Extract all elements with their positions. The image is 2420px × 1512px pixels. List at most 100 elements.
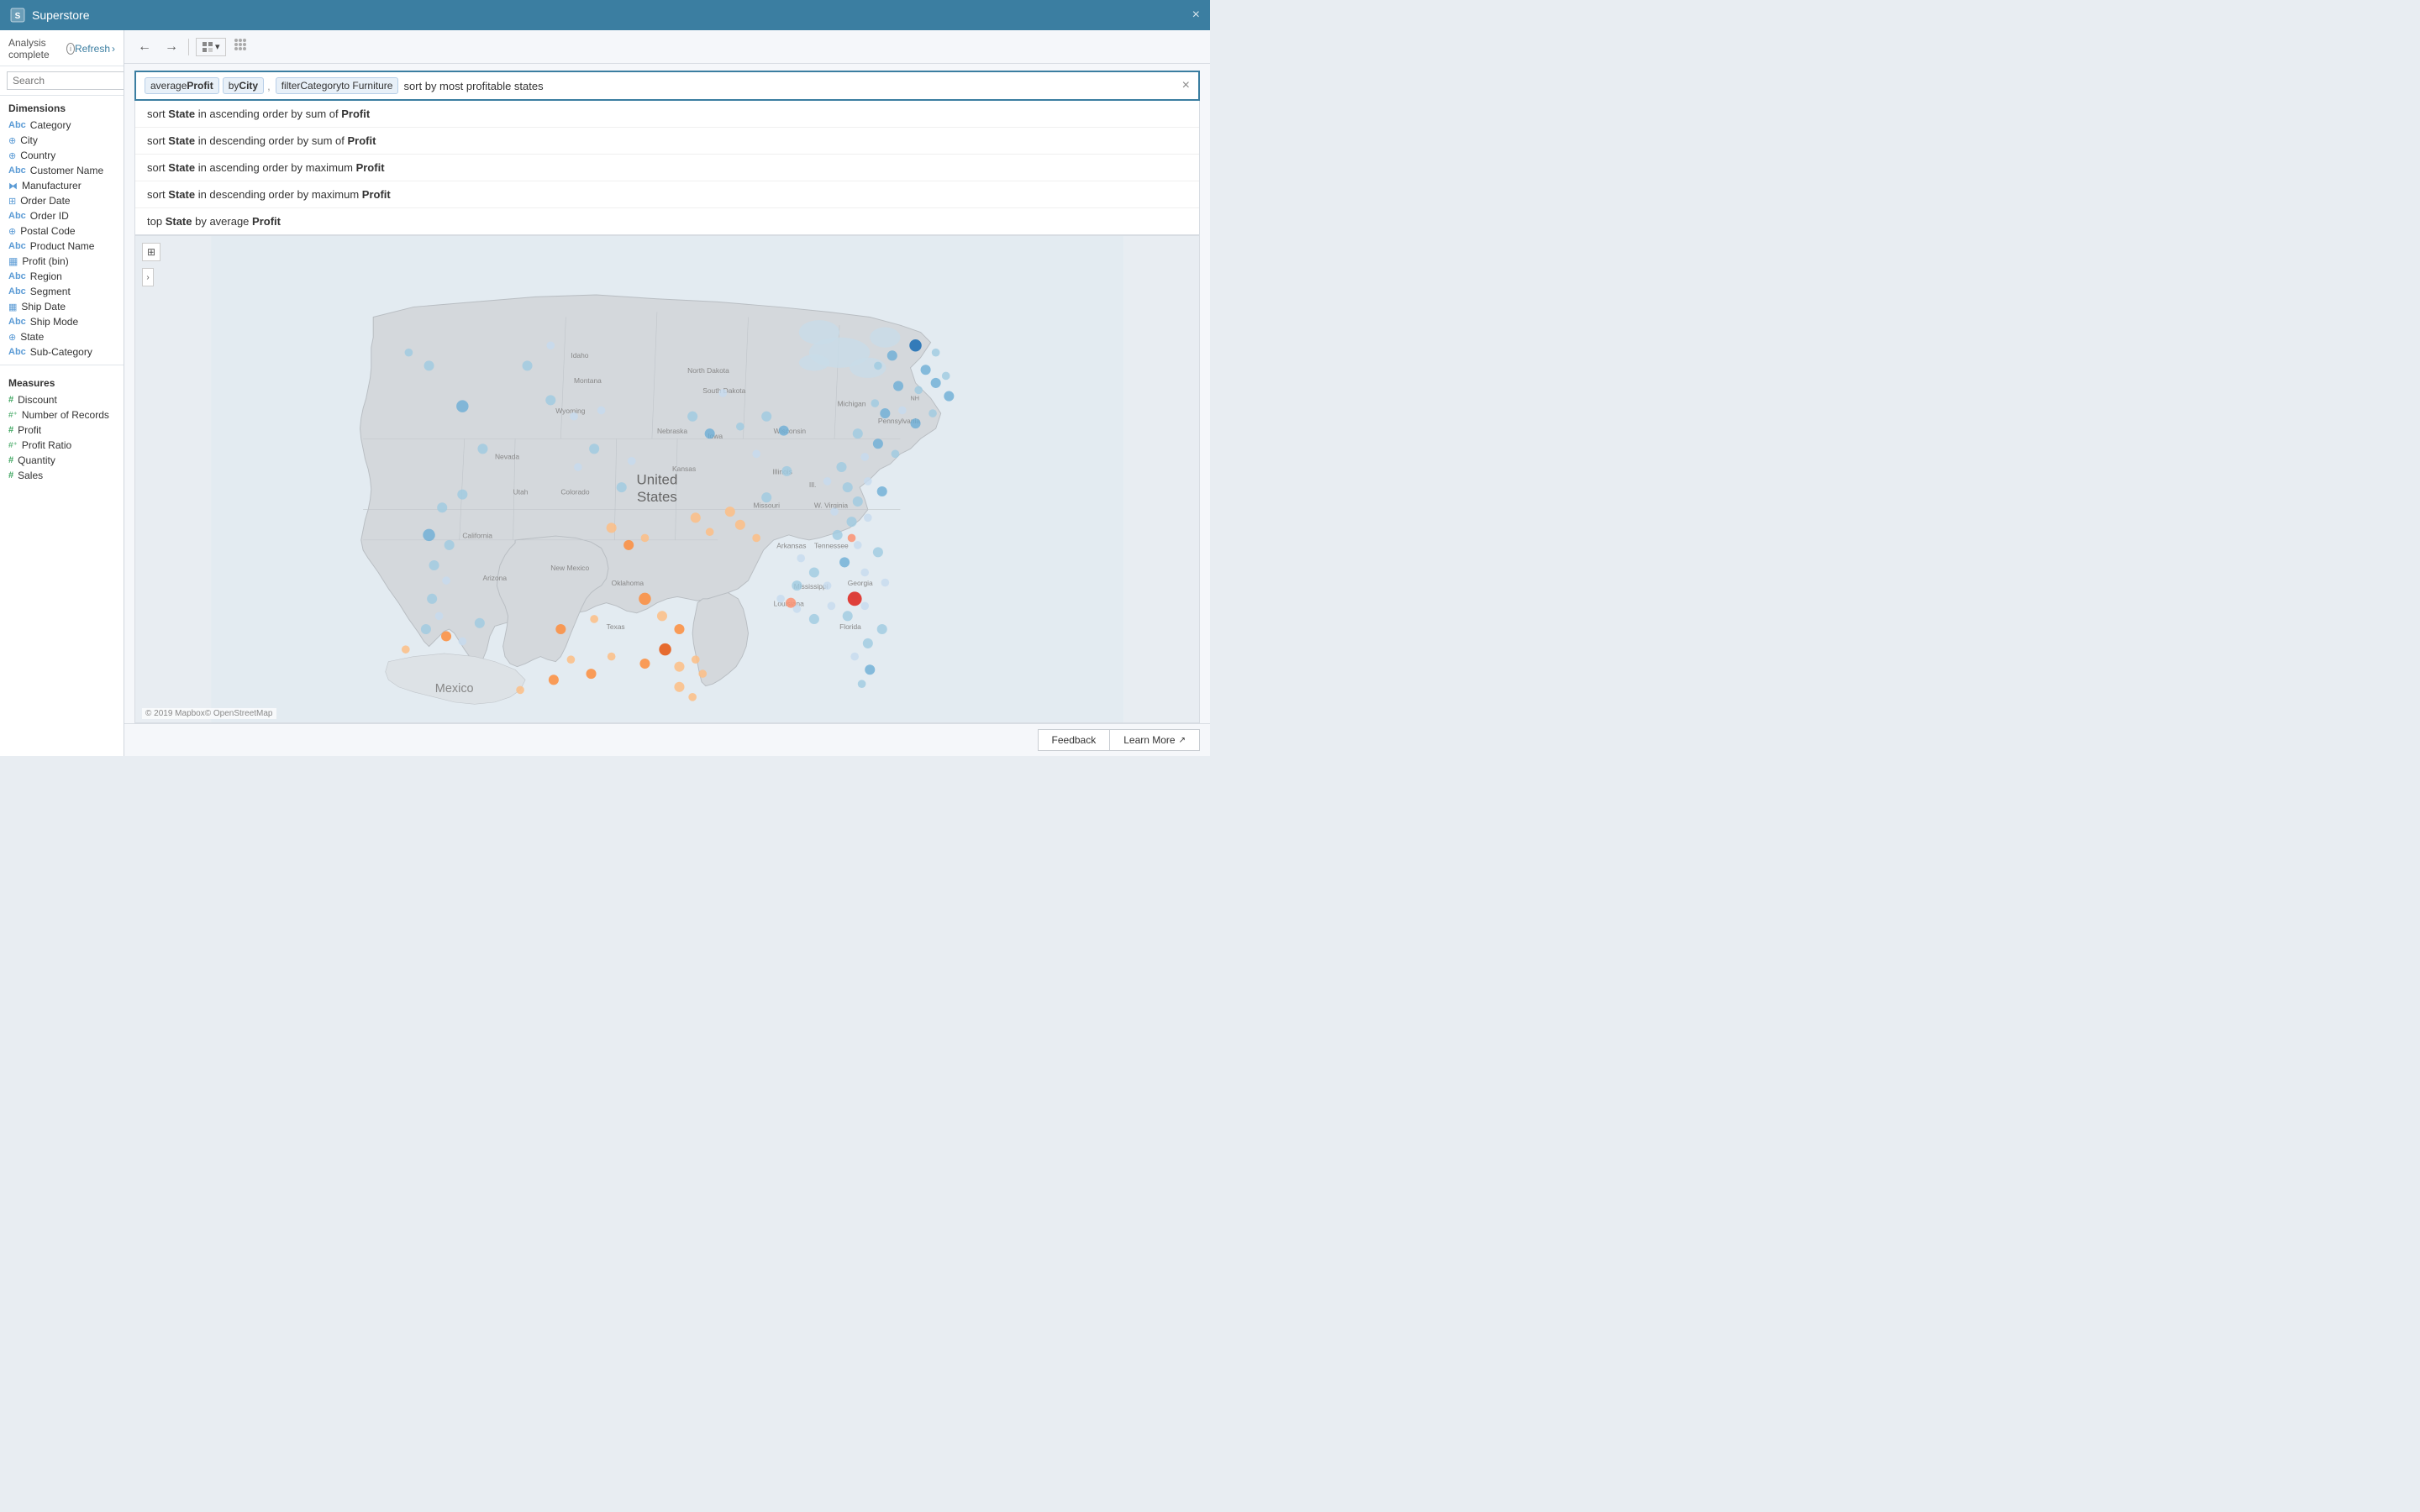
svg-text:Arizona: Arizona (482, 574, 507, 582)
svg-text:Montana: Montana (574, 376, 602, 385)
measure-label: Number of Records (22, 409, 109, 421)
dim-label: Product Name (30, 240, 95, 252)
dim-label: Region (30, 270, 62, 282)
analysis-complete-text: Analysis complete (8, 37, 63, 60)
hash-icon: # (8, 470, 13, 480)
sidebar-item-region[interactable]: Abc Region (0, 269, 124, 284)
svg-text:North Dakota: North Dakota (687, 366, 729, 375)
suggestion-item-3[interactable]: sort State in ascending order by maximum… (135, 155, 1199, 181)
map-view-button[interactable]: ▾ (196, 38, 226, 56)
toolbar-divider (188, 39, 189, 55)
query-area: average Profit by City , filter Category… (124, 64, 1210, 101)
sidebar-item-profit[interactable]: # Profit (0, 423, 124, 438)
abc-icon: Abc (8, 347, 26, 357)
svg-text:Michigan: Michigan (838, 400, 866, 408)
suggestion-item-4[interactable]: sort State in descending order by maximu… (135, 181, 1199, 208)
map-controls: ⊞ (142, 243, 160, 261)
svg-text:States: States (637, 489, 677, 505)
token-prefix: by (229, 80, 239, 92)
app-icon: S (10, 8, 25, 23)
measure-label: Quantity (18, 454, 55, 466)
token-comma: , (267, 80, 271, 92)
bar-icon: ▦ (8, 255, 18, 267)
suggestion-item-1[interactable]: sort State in ascending order by sum of … (135, 101, 1199, 128)
map-arrow-right[interactable]: › (142, 268, 154, 286)
svg-text:United: United (637, 472, 678, 488)
dim-label: Customer Name (30, 165, 103, 176)
svg-text:Nevada: Nevada (495, 452, 519, 460)
sidebar-item-postal-code[interactable]: ⊕ Postal Code (0, 223, 124, 239)
bottom-bar: Feedback Learn More ↗ (124, 723, 1210, 756)
svg-text:Mexico: Mexico (435, 682, 474, 696)
measure-label: Sales (18, 470, 43, 481)
sidebar-item-profit-ratio[interactable]: #⁺ Profit Ratio (0, 438, 124, 453)
measure-label: Profit Ratio (22, 439, 71, 451)
token-prefix: average (150, 80, 187, 92)
query-input[interactable] (403, 80, 1176, 92)
present-button[interactable] (233, 37, 248, 56)
link-icon: ⧓ (8, 181, 18, 192)
sidebar-item-category[interactable]: Abc Category (0, 118, 124, 133)
dim-label: Sub-Category (30, 346, 92, 358)
dim-label: Postal Code (20, 225, 75, 237)
dim-label: Country (20, 150, 55, 161)
refresh-button[interactable]: Refresh › (75, 43, 115, 55)
suggestion-item-2[interactable]: sort State in descending order by sum of… (135, 128, 1199, 155)
feedback-button[interactable]: Feedback (1038, 729, 1111, 751)
abc-icon: Abc (8, 165, 26, 176)
info-icon[interactable]: i (66, 43, 75, 55)
abc-icon: Abc (8, 271, 26, 281)
forward-button[interactable]: → (161, 38, 182, 56)
suggestion-item-5[interactable]: top State by average Profit (135, 208, 1199, 234)
sidebar-item-product-name[interactable]: Abc Product Name (0, 239, 124, 254)
analysis-label: Analysis complete i (8, 37, 75, 60)
globe-icon: ⊕ (8, 150, 16, 161)
query-token-average-profit: average Profit (145, 77, 219, 94)
dim-label: Ship Date (21, 301, 66, 312)
learn-more-button[interactable]: Learn More ↗ (1110, 729, 1200, 751)
dim-label: Segment (30, 286, 71, 297)
sidebar-item-order-date[interactable]: ⊞ Order Date (0, 193, 124, 208)
search-box: 🔍 (0, 66, 124, 96)
filter-prefix: filter (281, 80, 301, 92)
suggestions-list: sort State in ascending order by sum of … (134, 101, 1200, 235)
globe-icon: ⊕ (8, 226, 16, 237)
title-bar-left: S Superstore (10, 8, 89, 23)
sidebar-item-quantity[interactable]: # Quantity (0, 453, 124, 468)
sidebar-item-sales[interactable]: # Sales (0, 468, 124, 483)
sidebar-item-country[interactable]: ⊕ Country (0, 148, 124, 163)
map-icon (202, 41, 213, 53)
sidebar-item-ship-date[interactable]: ▦ Ship Date (0, 299, 124, 314)
sidebar-item-sub-category[interactable]: Abc Sub-Category (0, 344, 124, 360)
sidebar-item-number-of-records[interactable]: #⁺ Number of Records (0, 407, 124, 423)
sidebar-item-manufacturer[interactable]: ⧓ Manufacturer (0, 178, 124, 193)
map-copyright: © 2019 Mapbox© OpenStreetMap (142, 708, 276, 719)
sidebar-item-customer-name[interactable]: Abc Customer Name (0, 163, 124, 178)
back-button[interactable]: ← (134, 38, 155, 56)
sidebar-item-order-id[interactable]: Abc Order ID (0, 208, 124, 223)
svg-text:Utah: Utah (513, 488, 529, 496)
hash-icon: # (8, 455, 13, 465)
sidebar-item-ship-mode[interactable]: Abc Ship Mode (0, 314, 124, 329)
sidebar-item-city[interactable]: ⊕ City (0, 133, 124, 148)
svg-text:W. Virginia: W. Virginia (814, 501, 848, 509)
search-input[interactable] (7, 71, 124, 90)
dim-label: Profit (bin) (22, 255, 68, 267)
sidebar-item-state[interactable]: ⊕ State (0, 329, 124, 344)
chevron-icon: › (112, 43, 115, 55)
token-bold: Profit (187, 80, 213, 92)
svg-text:Oklahoma: Oklahoma (612, 579, 644, 587)
sidebar-item-discount[interactable]: # Discount (0, 392, 124, 407)
dim-label: Order Date (20, 195, 70, 207)
query-token-filter: filter Category to Furniture (276, 77, 399, 94)
query-clear-button[interactable]: × (1182, 78, 1190, 93)
dim-label: Manufacturer (22, 180, 82, 192)
sidebar-item-profit-bin[interactable]: ▦ Profit (bin) (0, 254, 124, 269)
abc-icon: Abc (8, 317, 26, 327)
close-button[interactable]: × (1192, 8, 1200, 23)
sidebar-item-segment[interactable]: Abc Segment (0, 284, 124, 299)
query-token-by-city: by City (223, 77, 264, 94)
abc-icon: Abc (8, 286, 26, 297)
map-expand-button[interactable]: ⊞ (142, 243, 160, 261)
hashplus-icon: #⁺ (8, 441, 18, 450)
